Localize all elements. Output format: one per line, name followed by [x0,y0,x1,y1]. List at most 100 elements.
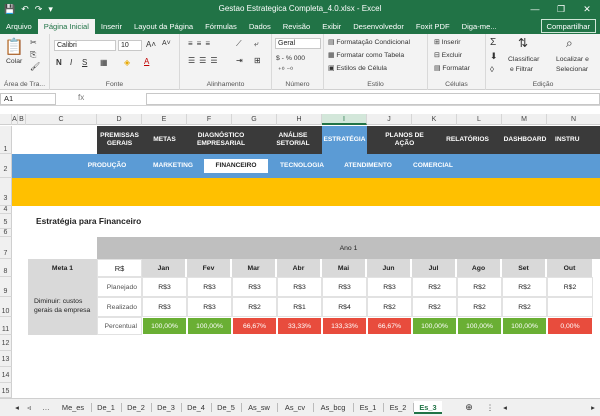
tab-foxit-pdf[interactable]: Foxit PDF [410,19,456,34]
sheet-tab[interactable]: Es_2 [384,401,412,414]
tab-arquivo[interactable]: Arquivo [0,19,38,34]
scroll-first-sheet-icon[interactable]: ◂ [12,401,22,414]
row-header[interactable]: 15 [0,383,12,398]
column-header[interactable]: M [502,114,547,125]
percent-cell[interactable]: 100,00% [502,317,547,335]
row-header[interactable]: 8 [0,259,12,277]
row-header[interactable]: 3 [0,178,12,206]
percent-cell[interactable]: 33,33% [277,317,322,335]
sheet-tab[interactable]: De_2 [122,401,150,414]
column-header[interactable]: F [187,114,232,125]
percent-cell[interactable]: 66,67% [367,317,412,335]
nav-diagnostico-empresarial[interactable]: DIAGNÓSTICO EMPRESARIAL [187,126,255,154]
row-header[interactable]: 4 [0,206,12,214]
done-cell[interactable]: R$3 [142,297,187,317]
paste-button[interactable]: Colar [6,58,22,65]
nav-estrategia[interactable]: ESTRATÉGIA [322,126,367,154]
column-header[interactable]: L [457,114,502,125]
currency-percent-buttons[interactable]: $ - % 000 [276,55,305,62]
nav-metas[interactable]: METAS [142,126,187,154]
column-header[interactable]: H [277,114,322,125]
sheet-tab[interactable]: De_5 [212,401,240,414]
nav-dashboard[interactable]: DASHBOARD [499,126,551,154]
find-select-icon[interactable]: ⌕ [566,36,573,51]
fx-icon[interactable]: fx [78,93,84,102]
row-header[interactable]: 14 [0,367,12,383]
conditional-formatting-button[interactable]: ▤ Formatação Condicional [328,38,410,46]
merge-center-icon[interactable]: ⊞ [254,56,261,65]
planned-cell[interactable]: R$3 [277,277,322,297]
wrap-text-icon[interactable]: ⤶ [254,39,258,49]
scroll-right-icon[interactable]: ▸ [588,401,598,414]
undo-icon[interactable]: ↶ [21,4,29,15]
planned-cell[interactable]: R$3 [367,277,412,297]
format-painter-icon[interactable]: 🖌 [30,62,40,71]
tab-pagina-inicial[interactable]: Página Inicial [37,19,95,34]
percent-cell[interactable]: 100,00% [187,317,232,335]
nav-relatorios[interactable]: RELATÓRIOS [440,126,495,154]
close-button[interactable]: ✕ [574,0,600,18]
decimal-icons[interactable]: ⁺⁰ ⁻⁰ [278,66,293,74]
tab-formulas[interactable]: Fórmulas [199,19,243,34]
select-all-corner[interactable] [0,114,12,125]
customize-quick-access-icon[interactable]: ▾ [48,4,53,15]
sheet-tab[interactable]: Es_3 [414,401,442,414]
subnav-financeiro[interactable]: FINANCEIRO [204,159,268,173]
name-box[interactable]: A1 [0,93,56,105]
row-header[interactable]: 2 [0,154,12,178]
sheet-tab[interactable]: Es_1 [354,401,382,414]
tab-exibir[interactable]: Exibir [316,19,347,34]
percent-cell[interactable]: 100,00% [412,317,457,335]
tab-layout-da-pagina[interactable]: Layout da Página [128,19,199,34]
column-header[interactable]: B [18,114,26,125]
planned-cell[interactable]: R$2 [502,277,547,297]
planned-cell[interactable]: R$3 [187,277,232,297]
nav-premissas-gerais[interactable]: PREMISSAS GERAIS [97,126,142,154]
font-size-select[interactable]: 10 [118,40,142,51]
minimize-button[interactable]: — [522,0,548,18]
column-header[interactable]: J [367,114,412,125]
font-name-select[interactable]: Calibri [54,40,116,51]
horizontal-align-icons[interactable]: ☰☰☰ [188,56,222,65]
fill-icon[interactable]: ⬇ [490,51,498,62]
nav-instrucoes[interactable]: INSTRU [555,126,600,154]
insert-cells-button[interactable]: ⊞ Inserir [434,38,460,46]
row-header[interactable]: 6 [0,229,12,237]
row-header[interactable]: 1 [0,126,12,154]
done-cell[interactable]: R$4 [322,297,367,317]
save-icon[interactable]: 💾 [4,4,15,15]
new-sheet-icon[interactable]: ⊕ [463,401,475,414]
fill-color-icon[interactable]: ◈ [124,58,130,67]
number-format-select[interactable]: Geral [275,38,321,49]
formula-input[interactable] [146,93,600,105]
more-sheets-icon[interactable]: … [40,401,52,414]
planned-cell[interactable]: R$3 [232,277,277,297]
sheet-tab[interactable]: De_4 [182,401,210,414]
tab-desenvolvedor[interactable]: Desenvolvedor [347,19,410,34]
row-header[interactable]: 10 [0,297,12,317]
underline-button[interactable]: S [82,58,87,67]
find-select-button[interactable]: Localizar e [556,56,589,63]
subnav-comercial[interactable]: COMERCIAL [408,159,458,173]
percent-cell[interactable]: 100,00% [142,317,187,335]
tab-dados[interactable]: Dados [243,19,277,34]
sort-filter-button[interactable]: Classificar [508,56,539,63]
percent-cell[interactable]: 100,00% [457,317,502,335]
share-button[interactable]: Compartilhar [540,19,596,33]
done-cell[interactable]: R$2 [412,297,457,317]
sheet-tab[interactable]: As_sw [242,401,276,414]
column-header[interactable]: I [322,114,367,125]
row-header[interactable]: 11 [0,317,12,335]
done-cell[interactable]: R$2 [502,297,547,317]
subnav-marketing[interactable]: MARKETING [148,159,198,173]
font-color-icon[interactable]: A [144,57,149,66]
cell-styles-button[interactable]: ▣ Estilos de Célula [328,64,387,72]
sheet-tab[interactable]: As_cv [278,401,312,414]
planned-cell[interactable]: R$2 [457,277,502,297]
row-header[interactable]: 7 [0,237,12,259]
column-header[interactable]: G [232,114,277,125]
indent-icon[interactable]: ⇥ [236,56,243,65]
row-header[interactable]: 9 [0,277,12,297]
shrink-font-icon[interactable]: A˅ [162,40,171,47]
sheet-options-icon[interactable]: ⋮ [485,401,495,414]
